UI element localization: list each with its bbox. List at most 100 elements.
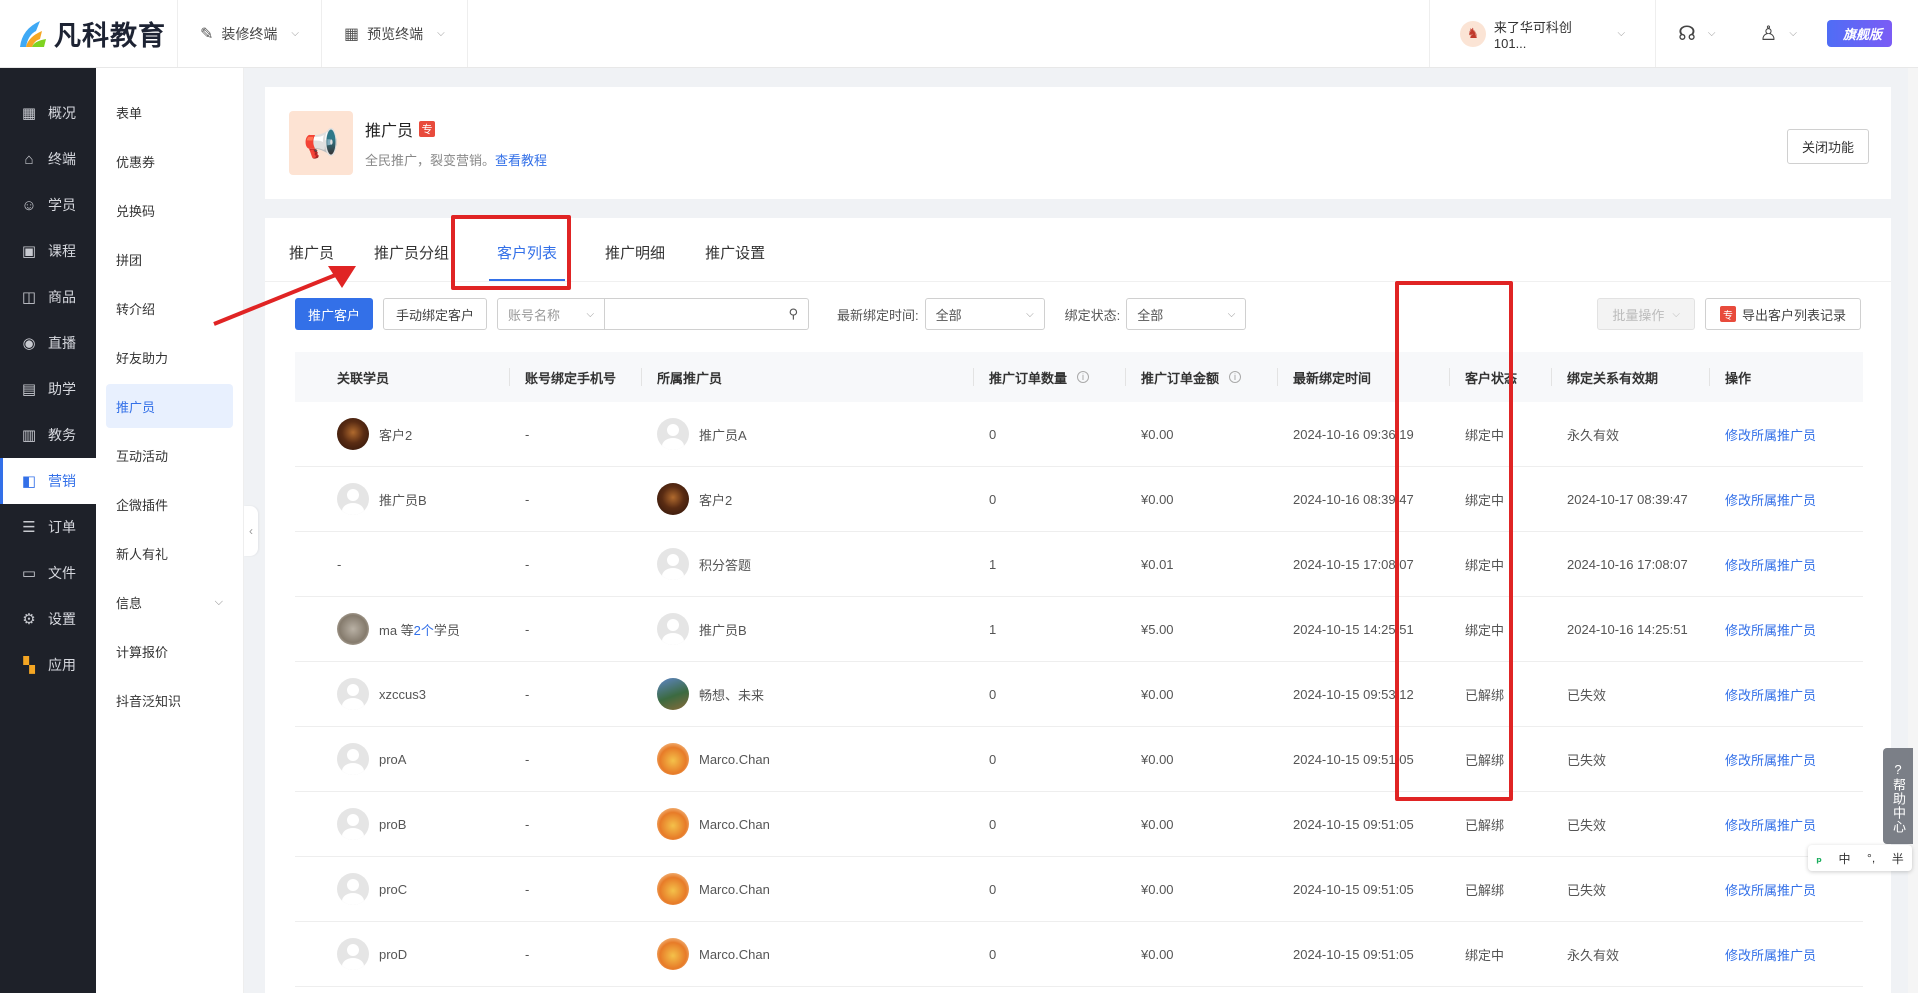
subnav-item-wecom-plugin[interactable]: 企微插件 xyxy=(106,482,233,526)
search-type-select[interactable]: 账号名称 ⌵ xyxy=(497,298,606,330)
nav-settings[interactable]: ⚙ 设置 xyxy=(0,596,96,642)
close-feature-button[interactable]: 关闭功能 xyxy=(1786,129,1869,164)
subnav-item-interactive[interactable]: 互动活动 xyxy=(106,433,233,477)
info-icon[interactable]: i xyxy=(1077,371,1090,383)
cell-student: 客户2 xyxy=(295,402,509,466)
nav-label: 课程 xyxy=(48,243,76,259)
preview-terminal-menu[interactable]: ▦ 预览终端 ⌵ xyxy=(322,0,468,67)
promoter-name: 积分答题 xyxy=(699,557,752,573)
cell-promoter: 畅想、未来 xyxy=(641,662,973,726)
nav-terminal[interactable]: ⌂ 终端 xyxy=(0,136,96,182)
cell-bind-time: 2024-10-16 09:36:19 xyxy=(1293,426,1414,442)
cell-order-amount: ¥0.00 xyxy=(1141,491,1174,507)
logo-icon xyxy=(20,20,46,47)
info-icon[interactable]: i xyxy=(1229,371,1242,383)
search-input[interactable]: ⚲ xyxy=(605,298,810,330)
edition-label: 旗舰版 xyxy=(1826,20,1892,47)
change-promoter-link[interactable]: 修改所属推广员 xyxy=(1725,490,1816,509)
change-promoter-link[interactable]: 修改所属推广员 xyxy=(1725,555,1816,574)
ime-toolbar[interactable]: ₚ 中 °, 半 xyxy=(1808,845,1912,871)
brand-name: 凡科教育 xyxy=(54,21,166,51)
nav-academic[interactable]: ▥ 教务 xyxy=(0,412,96,458)
col-student: 关联学员 xyxy=(337,370,390,386)
subnav-item-coupon[interactable]: 优惠券 xyxy=(106,139,233,183)
search-icon[interactable]: ⚲ xyxy=(789,306,799,322)
manual-bind-button[interactable]: 手动绑定客户 xyxy=(383,298,488,330)
tab-promoters[interactable]: 推广员 xyxy=(289,242,334,281)
help-center-button[interactable]: ? 帮助中心 xyxy=(1883,748,1913,844)
nav-label: 学员 xyxy=(48,197,76,213)
change-promoter-link[interactable]: 修改所属推广员 xyxy=(1725,620,1816,639)
cell-validity: 已失效 xyxy=(1567,752,1607,768)
nav-courses[interactable]: ▣ 课程 xyxy=(0,228,96,274)
nav-marketing[interactable]: ◧ 营销 xyxy=(0,458,96,504)
change-promoter-link[interactable]: 修改所属推广员 xyxy=(1725,685,1816,704)
cell-bind-time: 2024-10-15 09:53:12 xyxy=(1293,686,1414,702)
support-menu[interactable]: ☊ ⌵ xyxy=(1655,0,1737,67)
nav-orders[interactable]: ☰ 订单 xyxy=(0,504,96,550)
cell-validity: 已失效 xyxy=(1567,817,1607,833)
decorate-terminal-menu[interactable]: ✎ 装修终端 ⌵ xyxy=(178,0,322,67)
chevron-down-icon: ⌵ xyxy=(291,28,299,39)
chevron-down-icon: ⌵ xyxy=(1789,28,1797,39)
subnav-item-friend-help[interactable]: 好友助力 xyxy=(106,335,233,379)
change-promoter-link[interactable]: 修改所属推广员 xyxy=(1725,880,1816,899)
tab-promotion-settings[interactable]: 推广设置 xyxy=(705,242,765,281)
change-promoter-link[interactable]: 修改所属推广员 xyxy=(1725,815,1816,834)
col-status: 客户状态 xyxy=(1449,352,1551,402)
main-sidebar: ▦ 概况 ⌂ 终端 ☺ 学员 ▣ 课程 ◫ 商品 ◉ 直播 ▤ 助学 ▥ 教务 ◧ 营销 ☰ 订单 … xyxy=(0,68,96,993)
subnav-item-promoter[interactable]: 推广员 xyxy=(106,384,233,428)
nav-live[interactable]: ◉ 直播 xyxy=(0,320,96,366)
account-switcher[interactable]: ♞ 来了华可科创101... ⌵ xyxy=(1429,0,1655,67)
bind-time-select[interactable]: 全部 ⌵ xyxy=(924,298,1045,330)
collapse-sidebar-handle[interactable]: ‹ xyxy=(244,506,258,556)
nav-goods[interactable]: ◫ 商品 xyxy=(0,274,96,320)
pro-badge: 专 xyxy=(419,121,436,137)
nav-study-aid[interactable]: ▤ 助学 xyxy=(0,366,96,412)
promoter-avatar xyxy=(657,678,689,710)
goods-icon: ◫ xyxy=(21,289,37,306)
subnav-item-info[interactable]: 信息 ⌵ xyxy=(106,580,233,624)
nav-apps[interactable]: ▚ 应用 xyxy=(0,642,96,688)
tab-customer-list[interactable]: 客户列表 xyxy=(489,242,566,281)
subnav-item-redeem-code[interactable]: 兑换码 xyxy=(106,188,233,232)
tutorial-link[interactable]: 查看教程 xyxy=(495,153,547,168)
edition-badge[interactable]: 旗舰版 xyxy=(1819,0,1918,67)
customer-table: 关联学员 账号绑定手机号 所属推广员 推广订单数量 i 推广订单金额 i 最新绑定时… xyxy=(295,352,1863,987)
user-menu[interactable]: ♙ ⌵ xyxy=(1737,0,1819,67)
promote-customer-button[interactable]: 推广客户 xyxy=(295,298,374,330)
bind-status-value: 全部 xyxy=(1137,307,1164,323)
student-avatar xyxy=(337,808,369,840)
subnav-item-quote[interactable]: 计算报价 xyxy=(106,629,233,673)
cell-order-count: 0 xyxy=(989,426,997,442)
ime-mode[interactable]: 中 xyxy=(1839,850,1851,867)
nav-overview[interactable]: ▦ 概况 xyxy=(0,90,96,136)
ime-width[interactable]: 半 xyxy=(1892,850,1904,867)
promoter-name: 畅想、未来 xyxy=(699,687,765,703)
bind-status-select[interactable]: 全部 ⌵ xyxy=(1126,298,1247,330)
cell-phone: - xyxy=(525,946,530,962)
student-count-link[interactable]: 2个 xyxy=(414,623,434,638)
nav-students[interactable]: ☺ 学员 xyxy=(0,182,96,228)
ime-punct[interactable]: °, xyxy=(1867,851,1875,865)
change-promoter-link[interactable]: 修改所属推广员 xyxy=(1725,425,1816,444)
promoter-avatar xyxy=(657,873,689,905)
nav-label: 设置 xyxy=(48,611,76,627)
subnav-label: 表单 xyxy=(116,105,143,121)
brand-logo[interactable]: 凡科教育 xyxy=(0,0,178,67)
tab-bar: 推广员 推广员分组 客户列表 推广明细 推广设置 xyxy=(265,218,1891,282)
batch-operation-button[interactable]: 批量操作 ⌵ xyxy=(1597,298,1695,330)
change-promoter-link[interactable]: 修改所属推广员 xyxy=(1725,945,1816,964)
subnav-item-douyin[interactable]: 抖音泛知识 xyxy=(106,678,233,722)
subnav-item-referral[interactable]: 转介绍 xyxy=(106,286,233,330)
change-promoter-link[interactable]: 修改所属推广员 xyxy=(1725,750,1816,769)
nav-files[interactable]: ▭ 文件 xyxy=(0,550,96,596)
tab-promoter-groups[interactable]: 推广员分组 xyxy=(374,242,449,281)
live-icon: ◉ xyxy=(22,335,36,352)
subnav-item-newcomer-gift[interactable]: 新人有礼 xyxy=(106,531,233,575)
subnav-item-group-buy[interactable]: 拼团 xyxy=(106,237,233,281)
promoter-name: Marco.Chan xyxy=(699,751,770,767)
tab-promotion-details[interactable]: 推广明细 xyxy=(605,242,665,281)
export-customer-list-button[interactable]: 专 导出客户列表记录 xyxy=(1704,298,1861,330)
subnav-item-form[interactable]: 表单 xyxy=(106,90,233,134)
